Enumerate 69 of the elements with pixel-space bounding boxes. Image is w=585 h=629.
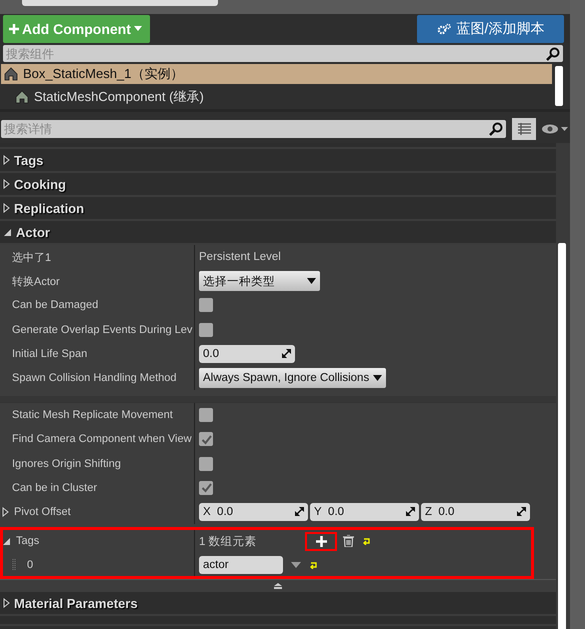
search-bar[interactable]: 搜索详情 (1, 120, 506, 138)
expand-arrow-icon[interactable] (3, 203, 10, 213)
search-field[interactable]: 搜索组件 (6, 46, 546, 60)
number-field[interactable]: 0.0 (199, 344, 295, 363)
reset-arrow-icon[interactable] (362, 537, 371, 546)
checkbox[interactable] (199, 480, 213, 495)
property-label: Generate Overlap Events During Lev (12, 324, 192, 336)
caret-icon[interactable] (291, 562, 301, 568)
property-label: Ignores Origin Shifting (12, 458, 121, 470)
checkbox[interactable] (199, 322, 213, 337)
collapse-arrow-icon[interactable] (2, 536, 11, 546)
name-field[interactable] (22, 0, 218, 6)
property-label: Spawn Collision Handling Method (12, 372, 176, 384)
drag-arrows-icon[interactable] (295, 507, 304, 516)
collapse-arrow-icon[interactable] (3, 228, 12, 236)
component-item[interactable]: Box_StaticMesh_1（实例） (1, 64, 552, 84)
expand-arrow-icon[interactable] (2, 506, 9, 517)
property-label: 转换Actor (12, 274, 60, 289)
add-element-button[interactable] (307, 534, 335, 549)
grip-icon[interactable] (12, 558, 16, 572)
property-label: Pivot Offset (14, 506, 71, 518)
expand-arrow-icon[interactable] (3, 155, 10, 165)
plus-icon (316, 536, 326, 547)
number-field[interactable]: X 0.0 (199, 502, 308, 521)
list-icon (518, 123, 530, 135)
splitter-handle-icon[interactable] (273, 583, 283, 590)
element-count: 1 数组元素 (199, 534, 258, 549)
caret-icon (307, 278, 316, 284)
component-item[interactable]: StaticMeshComponent (继承) (1, 87, 552, 107)
search-field[interactable]: 搜索详情 (4, 122, 489, 136)
expand-arrow-icon[interactable] (3, 598, 10, 608)
checkbox[interactable] (199, 432, 213, 446)
checkbox[interactable] (199, 298, 213, 312)
dropdown[interactable]: Always Spawn, Ignore Collisions (199, 368, 386, 388)
property-label: Can be Damaged (12, 299, 98, 312)
property-label: 选中了1 (12, 250, 52, 265)
checkbox[interactable] (199, 408, 213, 422)
dropdown[interactable]: 选择一种类型 (199, 271, 320, 292)
property-label: Find Camera Component when View (12, 433, 192, 446)
property-label: Initial Life Span (12, 348, 88, 360)
drag-arrows-icon[interactable] (282, 349, 291, 358)
number-field[interactable]: Y 0.0 (310, 502, 419, 521)
search-icon (489, 122, 503, 136)
scrollbar-thumb[interactable] (558, 243, 566, 629)
property-label: Tags (16, 535, 40, 548)
property-label: Can be in Cluster (12, 482, 97, 494)
eye-icon[interactable] (542, 124, 568, 134)
search-bar[interactable]: 搜索组件 (3, 45, 563, 62)
scrollbar-thumb[interactable] (555, 66, 563, 106)
caret-icon (134, 26, 142, 31)
property-label: Static Mesh Replicate Movement (12, 409, 173, 422)
trash-icon[interactable] (343, 535, 354, 548)
expand-arrow-icon[interactable] (3, 179, 10, 189)
tag-field[interactable]: actor (199, 556, 283, 574)
caret-icon (373, 375, 382, 382)
drag-arrows-icon[interactable] (517, 507, 526, 516)
search-icon (546, 46, 560, 60)
house-icon (15, 90, 29, 104)
element-index: 0 (27, 559, 34, 572)
house-icon (4, 67, 18, 81)
number-field[interactable]: Z 0.0 (421, 502, 530, 521)
gears-icon (436, 22, 451, 34)
checkbox[interactable] (199, 456, 213, 471)
reset-arrow-icon[interactable] (309, 561, 318, 570)
blueprint-button[interactable]: 蓝图/添加脚本 (417, 14, 564, 42)
property-value: Persistent Level (199, 251, 281, 264)
list-view-button[interactable] (512, 118, 536, 140)
drag-arrows-icon[interactable] (406, 507, 415, 516)
plus-icon (9, 24, 19, 34)
